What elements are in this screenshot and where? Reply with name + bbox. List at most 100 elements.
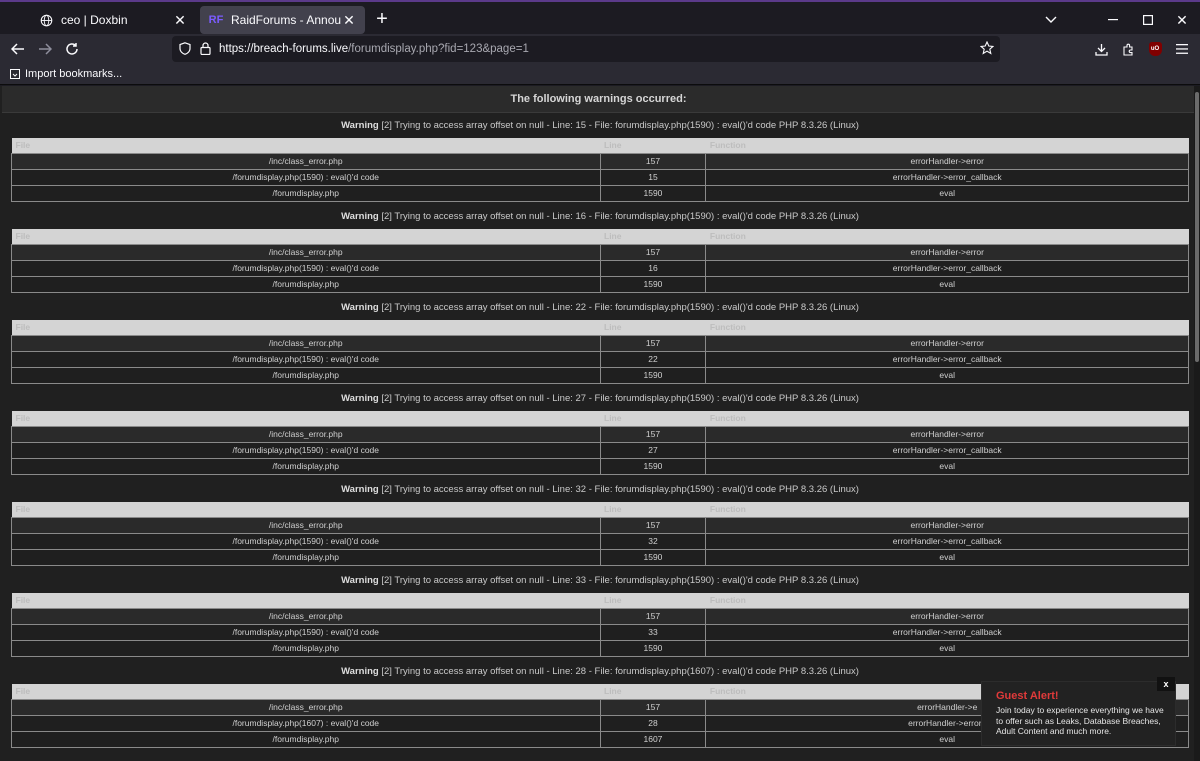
table-header-row: File Line Function: [11, 320, 1189, 335]
close-tab-icon[interactable]: ✕: [172, 12, 188, 28]
column-header-file: File: [11, 320, 600, 335]
warning-label: Warning: [341, 302, 379, 313]
warning-block: Warning [2] Trying to access array offse…: [11, 205, 1189, 293]
guest-alert-title: Guest Alert!: [996, 690, 1059, 702]
bookmarks-toolbar: Import bookmarks...: [0, 64, 1200, 85]
cell-file: /inc/class_error.php: [11, 243, 601, 261]
column-header-function: Function: [705, 593, 1189, 608]
guest-alert-close-button[interactable]: x: [1157, 677, 1175, 691]
bookmark-star-icon[interactable]: [979, 40, 995, 60]
maximize-icon[interactable]: [1138, 10, 1158, 30]
cell-line: 1590: [599, 184, 707, 202]
cell-line: 15: [599, 168, 707, 186]
warning-title: Warning [2] Trying to access array offse…: [11, 205, 1189, 229]
cell-function: errorHandler->error: [705, 243, 1189, 261]
table-row: /inc/class_error.php 157 errorHandler->err…: [11, 516, 1189, 534]
cell-file: /forumdisplay.php(1590) : eval()'d code: [11, 259, 601, 277]
import-icon: [10, 68, 21, 80]
cell-file: /forumdisplay.php(1590) : eval()'d code: [11, 350, 601, 368]
cell-function: eval: [705, 366, 1189, 384]
table-header-row: File Line Function: [11, 411, 1189, 426]
cell-line: 1590: [599, 366, 707, 384]
column-header-function: Function: [705, 229, 1189, 244]
list-all-tabs-icon[interactable]: [1041, 10, 1061, 30]
backtrace-table: File Line Function/inc/class_error.php 157 e…: [11, 138, 1189, 202]
scrollbar[interactable]: [1194, 86, 1200, 761]
import-bookmarks-label: Import bookmarks...: [25, 68, 123, 80]
cell-file: /forumdisplay.php(1590) : eval()'d code: [11, 623, 601, 641]
navigation-toolbar: https://breach-forums.live/forumdisplay.…: [0, 34, 1200, 64]
table-header-row: File Line Function: [11, 229, 1189, 244]
tab-title: ceo | Doxbin: [61, 13, 128, 27]
close-tab-icon[interactable]: ✕: [341, 12, 357, 28]
shield-icon[interactable]: [179, 42, 191, 60]
page-content: The following warnings occurred: Warning…: [0, 86, 1200, 761]
cell-file: /inc/class_error.php: [11, 516, 601, 534]
column-header-line: Line: [600, 593, 706, 608]
column-header-file: File: [11, 684, 600, 699]
warning-title: Warning [2] Trying to access array offse…: [11, 478, 1189, 502]
back-arrow-icon[interactable]: [7, 38, 29, 60]
warning-title: Warning [2] Trying to access array offse…: [11, 387, 1189, 411]
table-row: /forumdisplay.php 1590 eval: [11, 639, 1189, 657]
table-row: /forumdisplay.php(1590) : eval()'d code 3…: [11, 532, 1189, 550]
cell-file: /forumdisplay.php(1590) : eval()'d code: [11, 532, 601, 550]
reload-icon[interactable]: [61, 38, 83, 60]
lock-icon[interactable]: [200, 42, 211, 60]
tab-doxbin[interactable]: ceo | Doxbin ✕: [30, 6, 196, 34]
forward-arrow-icon[interactable]: [34, 38, 56, 60]
ublock-origin-icon[interactable]: uO: [1144, 38, 1166, 60]
cell-file: /forumdisplay.php: [11, 639, 601, 657]
rf-favicon-icon: RF: [208, 14, 224, 26]
column-header-file: File: [11, 138, 600, 153]
column-header-file: File: [11, 411, 600, 426]
cell-file: /forumdisplay.php: [11, 275, 601, 293]
new-tab-button[interactable]: +: [372, 9, 392, 30]
cell-line: 157: [599, 243, 707, 261]
table-row: /forumdisplay.php 1590 eval: [11, 366, 1189, 384]
cell-file: /forumdisplay.php: [11, 457, 601, 475]
warning-title: Warning [2] Trying to access array offse…: [11, 569, 1189, 593]
cell-line: 157: [599, 607, 707, 625]
tab-raidforums[interactable]: RF RaidForums - Announcements ✕: [200, 6, 365, 34]
cell-line: 16: [599, 259, 707, 277]
cell-function: errorHandler->error: [705, 152, 1189, 170]
table-row: /inc/class_error.php 157 errorHandler->err…: [11, 607, 1189, 625]
menu-hamburger-icon[interactable]: [1171, 38, 1193, 60]
warning-block: Warning [2] Trying to access array offse…: [11, 296, 1189, 384]
cell-function: errorHandler->error: [705, 516, 1189, 534]
minimize-icon[interactable]: [1103, 10, 1123, 30]
cell-function: eval: [705, 275, 1189, 293]
address-bar[interactable]: https://breach-forums.live/forumdisplay.…: [172, 36, 1000, 62]
column-header-file: File: [11, 229, 600, 244]
backtrace-table: File Line Function/inc/class_error.php 157 e…: [11, 593, 1189, 657]
cell-file: /forumdisplay.php(1590) : eval()'d code: [11, 168, 601, 186]
cell-file: /inc/class_error.php: [11, 334, 601, 352]
cell-line: 157: [599, 425, 707, 443]
cell-file: /forumdisplay.php: [11, 184, 601, 202]
column-header-function: Function: [705, 411, 1189, 426]
close-window-icon[interactable]: ✕: [1172, 10, 1192, 30]
column-header-function: Function: [705, 138, 1189, 153]
import-bookmarks-button[interactable]: Import bookmarks...: [10, 68, 122, 80]
warning-message: [2] Trying to access array offset on nul…: [378, 302, 859, 313]
table-header-row: File Line Function: [11, 502, 1189, 517]
table-row: /inc/class_error.php 157 errorHandler->err…: [11, 334, 1189, 352]
warning-message: [2] Trying to access array offset on nul…: [378, 120, 859, 131]
cell-file: /inc/class_error.php: [11, 425, 601, 443]
table-row: /forumdisplay.php(1590) : eval()'d code 2…: [11, 350, 1189, 368]
warning-message: [2] Trying to access array offset on nul…: [378, 666, 859, 677]
table-row: /forumdisplay.php 1590 eval: [11, 275, 1189, 293]
extensions-icon[interactable]: [1117, 38, 1139, 60]
cell-file: /forumdisplay.php(1590) : eval()'d code: [11, 441, 601, 459]
warnings-header: The following warnings occurred:: [2, 86, 1195, 113]
downloads-icon[interactable]: [1090, 38, 1112, 60]
warning-label: Warning: [341, 120, 379, 131]
cell-line: 157: [599, 698, 707, 716]
backtrace-table: File Line Function/inc/class_error.php 157 e…: [11, 320, 1189, 384]
scrollbar-thumb[interactable]: [1195, 92, 1199, 362]
cell-line: 157: [599, 516, 707, 534]
warning-message: [2] Trying to access array offset on nul…: [378, 484, 859, 495]
column-header-line: Line: [600, 320, 706, 335]
cell-function: errorHandler->error: [705, 334, 1189, 352]
